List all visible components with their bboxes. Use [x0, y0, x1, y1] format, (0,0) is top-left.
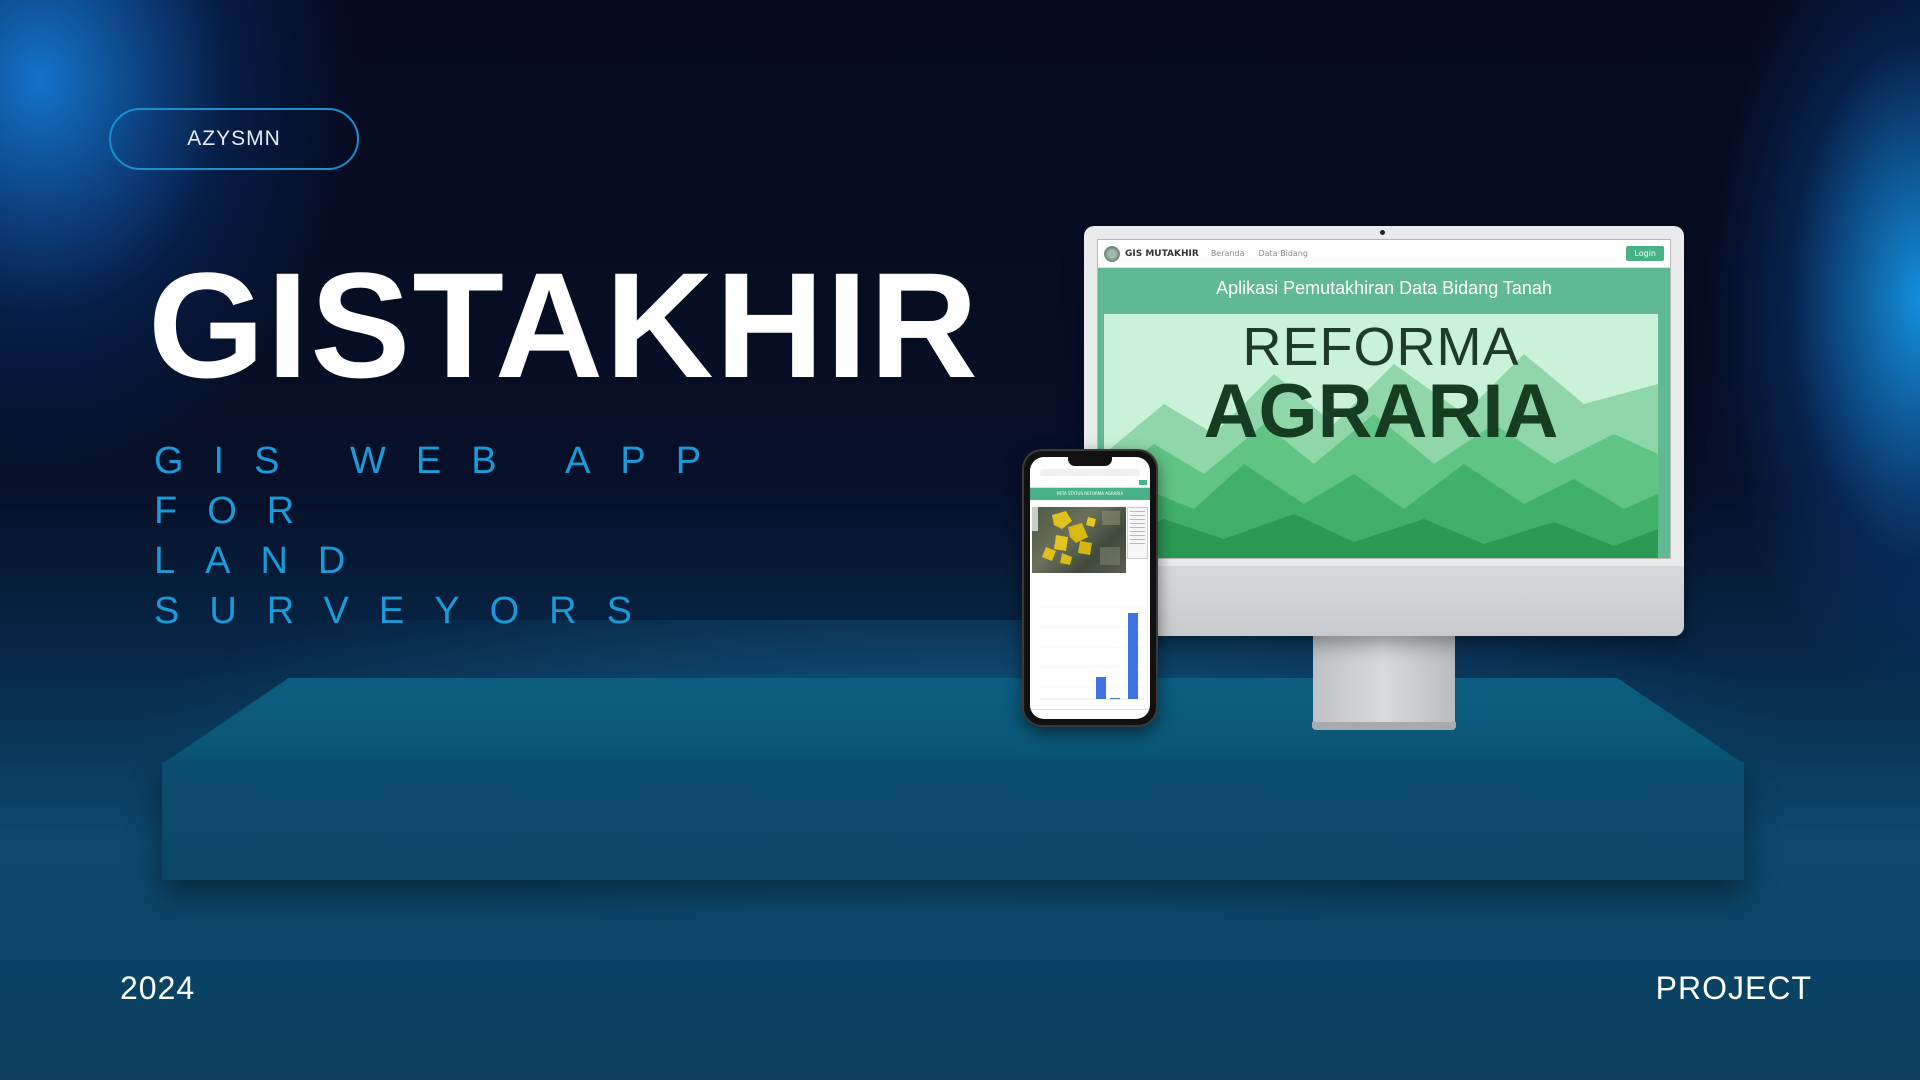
subtitle-line-1: GIS WEB APP FOR: [154, 440, 731, 532]
app-logo-icon: [1104, 245, 1120, 262]
author-badge-label: AZYSMN: [187, 127, 281, 150]
banner-line-2: AGRARIA: [1203, 369, 1559, 454]
app-brand: GIS MUTAKHIR: [1125, 248, 1199, 259]
banner-line-1: REFORMA: [1242, 317, 1520, 377]
phone-mockup: PETA STATUS REFORMA AGRARIA: [1022, 449, 1158, 727]
phone-notch: [1068, 457, 1112, 466]
app-navbar: GIS MUTAKHIR Beranda Data Bidang Login: [1098, 240, 1670, 268]
project-title: GISTAKHIR: [148, 241, 980, 409]
subtitle-line-2: LAND SURVEYORS: [154, 540, 662, 632]
app-heading: Aplikasi Pemutakhiran Data Bidang Tanah: [1216, 278, 1552, 298]
monitor-stand-base: [1312, 722, 1456, 730]
login-button[interactable]: Login: [1626, 246, 1664, 261]
monitor-chin: [1084, 566, 1684, 636]
phone-login-button[interactable]: [1139, 480, 1147, 485]
monitor-screen: GIS MUTAKHIR Beranda Data Bidang Login A…: [1097, 239, 1671, 559]
project-year: 2024: [120, 970, 196, 1006]
phone-screen: PETA STATUS REFORMA AGRARIA: [1030, 457, 1150, 719]
map-parcels: [1032, 507, 1120, 565]
chart-bar-3: [1128, 613, 1138, 699]
pedestal-front: [162, 762, 1744, 880]
reforma-agraria-banner: REFORMA AGRARIA: [1104, 314, 1658, 558]
phone-header: PETA STATUS REFORMA AGRARIA: [1030, 488, 1150, 500]
phone-navbar: [1030, 479, 1150, 488]
monitor-mockup: GIS MUTAKHIR Beranda Data Bidang Login A…: [1084, 226, 1684, 636]
nav-link-data-bidang[interactable]: Data Bidang: [1258, 249, 1307, 258]
map-legend: [1127, 507, 1148, 559]
slide: AZYSMN GISTAKHIR GIS WEB APP FOR LAND SU…: [0, 0, 1920, 1080]
bar-chart-svg: [1040, 606, 1144, 700]
phone-bar-chart: [1034, 599, 1146, 707]
author-badge: AZYSMN: [109, 108, 359, 170]
monitor-stand: [1313, 636, 1455, 728]
chart-bar-1: [1096, 677, 1106, 699]
phone-footer: [1030, 709, 1150, 716]
project-tag: PROJECT: [1655, 970, 1812, 1006]
phone-url-bar: [1040, 469, 1140, 476]
phone-map[interactable]: [1032, 507, 1126, 573]
pedestal-top: [162, 678, 1744, 764]
project-subtitle: GIS WEB APP FOR LAND SURVEYORS: [154, 436, 914, 636]
nav-link-beranda[interactable]: Beranda: [1211, 249, 1245, 258]
chart-bar-2: [1110, 698, 1120, 699]
camera-dot: [1380, 230, 1385, 235]
